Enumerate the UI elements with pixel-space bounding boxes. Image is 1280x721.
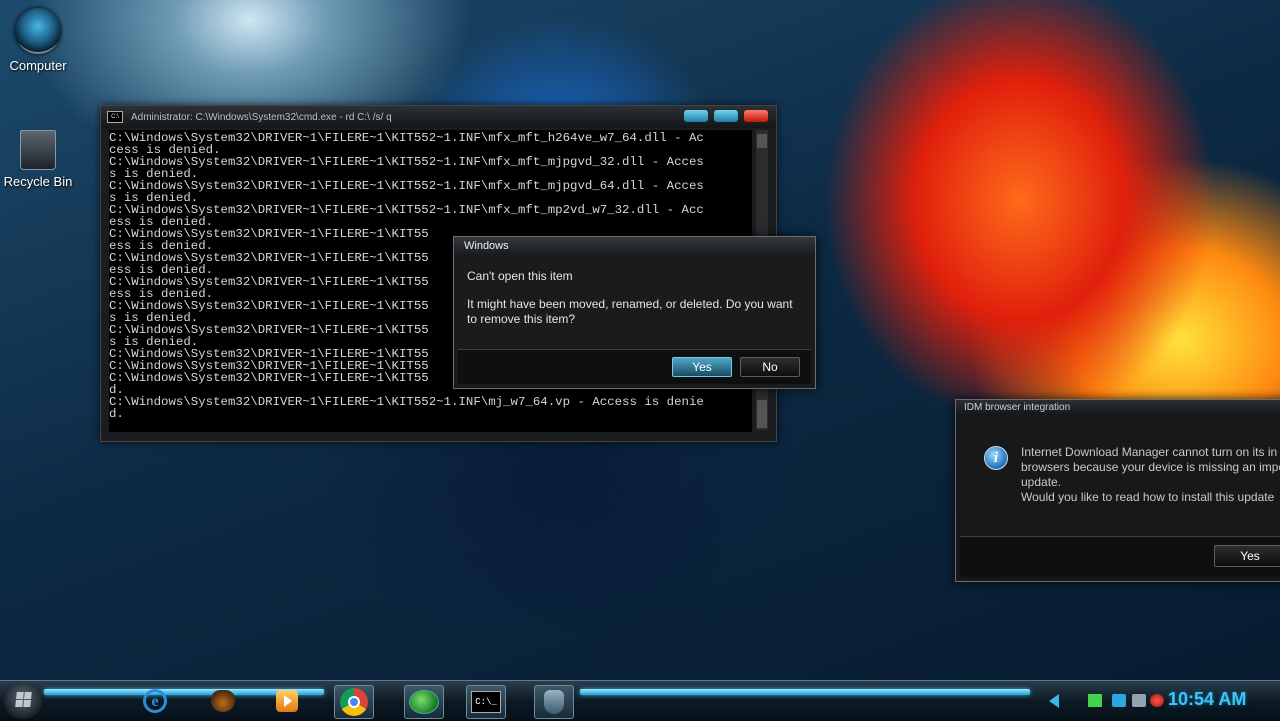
idm-dialog-message: Internet Download Manager cannot turn on… bbox=[1021, 445, 1280, 505]
console-line: C:\Windows\System32\DRIVER~1\FILERE~1\KI… bbox=[109, 155, 704, 169]
shield-icon bbox=[544, 690, 564, 714]
system-tray: 10:54 AM bbox=[1040, 681, 1280, 721]
taskbar: e C:\_ 10:54 AM bbox=[0, 680, 1280, 721]
info-icon: i bbox=[984, 446, 1008, 470]
taskbar-item-media-player[interactable] bbox=[268, 685, 306, 717]
taskbar-item-security[interactable] bbox=[534, 685, 574, 719]
cmd-window-icon: C:\ bbox=[107, 111, 123, 123]
no-button[interactable]: No bbox=[740, 357, 800, 377]
idm-dialog[interactable]: IDM browser integration i Internet Downl… bbox=[955, 399, 1280, 582]
taskbar-item-idm[interactable] bbox=[404, 685, 444, 719]
idm-dialog-title: IDM browser integration bbox=[956, 400, 1280, 415]
desktop-icon-label: Recycle Bin bbox=[3, 174, 73, 189]
taskbar-item-gimp[interactable] bbox=[204, 685, 242, 717]
flag-icon[interactable] bbox=[1088, 694, 1102, 707]
desktop-icon-computer[interactable]: Computer bbox=[0, 8, 76, 73]
taskbar-item-cmd[interactable]: C:\_ bbox=[466, 685, 506, 719]
idm-icon bbox=[409, 690, 439, 714]
cmd-window-title: Administrator: C:\Windows\System32\cmd.e… bbox=[131, 111, 392, 123]
cmd-titlebar[interactable]: C:\ Administrator: C:\Windows\System32\c… bbox=[101, 106, 776, 128]
console-line: C:\Windows\System32\DRIVER~1\FILERE~1\KI… bbox=[109, 179, 704, 193]
idm-dialog-footer: Yes bbox=[960, 536, 1280, 577]
desktop-icon-recycle-bin[interactable]: Recycle Bin bbox=[0, 126, 76, 189]
idm-message-line: Internet Download Manager cannot turn on… bbox=[1021, 445, 1278, 459]
close-button[interactable] bbox=[744, 110, 768, 122]
taskbar-item-internet-explorer[interactable]: e bbox=[136, 685, 174, 717]
recycle-bin-icon bbox=[20, 130, 56, 170]
start-button[interactable] bbox=[4, 683, 42, 719]
taskbar-accent-bar bbox=[580, 689, 1030, 695]
record-icon[interactable] bbox=[1150, 694, 1164, 707]
network-icon[interactable] bbox=[1112, 694, 1126, 707]
internet-explorer-icon: e bbox=[143, 689, 167, 713]
gimp-icon bbox=[211, 690, 235, 712]
computer-icon bbox=[15, 8, 61, 54]
cmd-icon: C:\_ bbox=[471, 691, 501, 713]
show-hidden-icons-arrow[interactable] bbox=[1049, 694, 1059, 708]
chrome-icon bbox=[340, 688, 368, 716]
desktop-icon-label: Computer bbox=[9, 58, 67, 73]
media-player-icon bbox=[276, 690, 298, 712]
console-line: d. bbox=[109, 407, 124, 421]
speaker-icon[interactable] bbox=[1132, 694, 1146, 707]
dialog-footer: Yes No bbox=[458, 349, 811, 384]
scroll-thumb[interactable] bbox=[757, 400, 767, 428]
idm-message-line: browsers because your device is missing … bbox=[1021, 460, 1280, 474]
idm-message-line: update. bbox=[1021, 475, 1062, 489]
idm-message-line: Would you like to read how to install th… bbox=[1021, 490, 1275, 504]
dialog-title: Windows bbox=[454, 237, 815, 255]
clock[interactable]: 10:54 AM bbox=[1168, 689, 1246, 710]
windows-logo-icon bbox=[15, 692, 32, 707]
yes-button[interactable]: Yes bbox=[672, 357, 732, 377]
taskbar-item-chrome[interactable] bbox=[334, 685, 374, 719]
idm-yes-button[interactable]: Yes bbox=[1214, 545, 1280, 567]
scroll-up-arrow[interactable] bbox=[757, 134, 767, 148]
dialog-heading: Can't open this item bbox=[467, 269, 573, 283]
windows-dialog[interactable]: Windows Can't open this item It might ha… bbox=[453, 236, 816, 389]
maximize-button[interactable] bbox=[714, 110, 738, 122]
console-line: C:\Windows\System32\DRIVER~1\FILERE~1\KI… bbox=[109, 395, 704, 409]
minimize-button[interactable] bbox=[684, 110, 708, 122]
dialog-message: It might have been moved, renamed, or de… bbox=[467, 297, 793, 326]
